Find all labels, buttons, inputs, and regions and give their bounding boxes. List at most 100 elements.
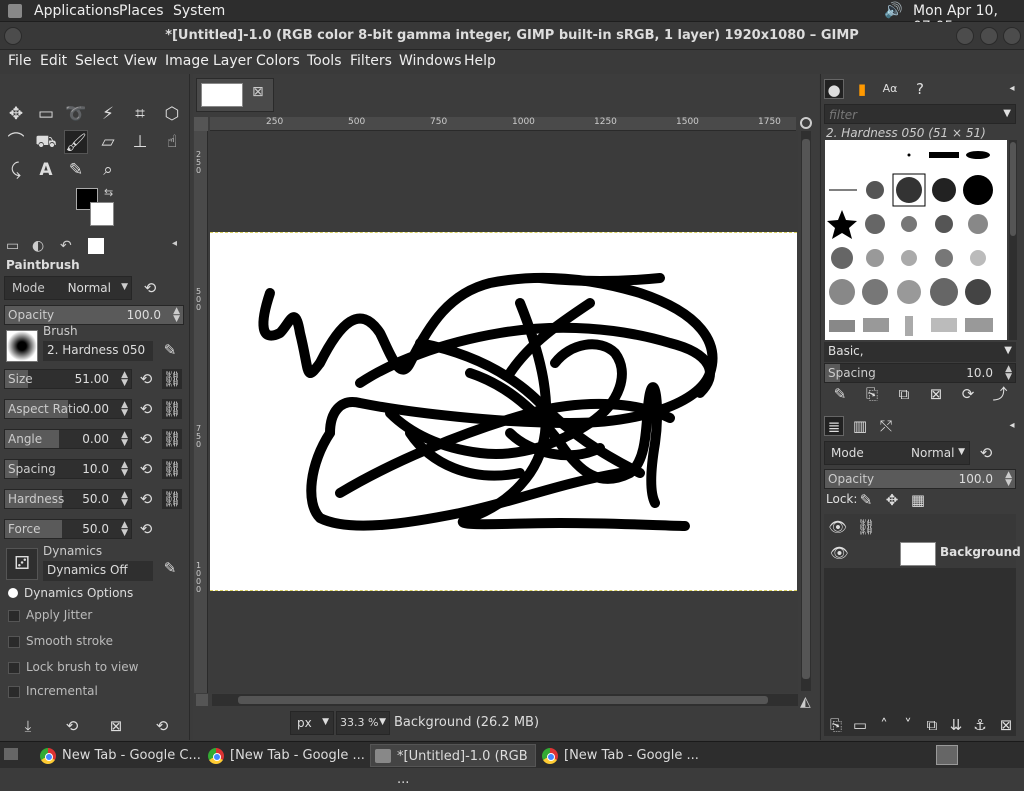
- layer-mode-select[interactable]: Mode Normal ▼: [824, 441, 970, 465]
- fuzzy-select-icon[interactable]: ⚡: [96, 102, 120, 126]
- chain-header-icon[interactable]: ⛓: [856, 517, 876, 537]
- opacity-slider[interactable]: Opacity 100.0 ▲ ▼: [4, 305, 184, 325]
- move-tool-icon[interactable]: ✥: [4, 102, 28, 126]
- transform-icon[interactable]: ⬡: [160, 102, 184, 126]
- vertical-ruler[interactable]: 2 5 0 5 0 0 7 5 0 1 0 0 0: [194, 131, 208, 693]
- tool-options-tab-icon[interactable]: ▭: [6, 238, 19, 254]
- visibility-header-icon[interactable]: 👁: [828, 517, 848, 537]
- menu-image[interactable]: Image: [165, 53, 209, 69]
- workspace-switcher[interactable]: [936, 745, 958, 765]
- quickmask-toggle[interactable]: [196, 694, 208, 706]
- brush-scroll[interactable]: [1009, 140, 1017, 340]
- horizontal-scrollbar[interactable]: [212, 694, 798, 706]
- open-brush-button[interactable]: ⤴: [990, 384, 1010, 404]
- brush-filter-input[interactable]: filter ▼: [824, 104, 1016, 124]
- force-slider[interactable]: Force 50.0 ▲ ▼: [4, 519, 132, 539]
- link-size-icon[interactable]: ⛓: [162, 369, 182, 389]
- angle-slider[interactable]: Angle 0.00 ▲ ▼: [4, 429, 132, 449]
- channels-tab-icon[interactable]: ▥: [850, 416, 870, 436]
- layers-dock-menu-icon[interactable]: ◂: [1002, 416, 1022, 436]
- vertical-scrollbar[interactable]: [801, 131, 811, 691]
- apply-jitter-checkbox[interactable]: [8, 610, 20, 622]
- menu-select[interactable]: Select: [75, 53, 118, 69]
- menu-help[interactable]: Help: [464, 53, 496, 69]
- delete-options-icon[interactable]: ⊠: [106, 716, 126, 736]
- layer-row-background[interactable]: 👁 Background: [824, 540, 1021, 568]
- dock-menu-icon[interactable]: ◂: [1002, 79, 1022, 99]
- size-slider[interactable]: Size 51.00 ▲ ▼: [4, 369, 132, 389]
- edit-brush-button[interactable]: ✎: [830, 384, 850, 404]
- lower-layer-button[interactable]: ˅: [898, 715, 918, 735]
- menu-filters[interactable]: Filters: [350, 53, 392, 69]
- lock-alpha-icon[interactable]: ▦: [908, 490, 928, 510]
- warp-icon[interactable]: ⌒: [4, 130, 28, 154]
- paths-tab-icon[interactable]: ⤲: [876, 416, 896, 436]
- menu-layer[interactable]: Layer: [213, 53, 252, 69]
- layer-mode-reset-button[interactable]: ⟲: [976, 443, 996, 463]
- layers-tab-icon[interactable]: ≣: [824, 416, 844, 436]
- menu-tools[interactable]: Tools: [307, 53, 342, 69]
- dynamics-icon[interactable]: ⚂: [6, 548, 38, 580]
- duplicate-layer-button[interactable]: ⧉: [922, 715, 942, 735]
- dynamics-options-label[interactable]: Dynamics Options: [24, 586, 133, 600]
- lasso-icon[interactable]: ➰: [64, 102, 88, 126]
- brush-grid[interactable]: [825, 140, 1007, 340]
- images-tab-icon[interactable]: [88, 238, 104, 254]
- brush-spacing-slider[interactable]: Spacing 10.0 ▲ ▼: [824, 363, 1016, 383]
- close-button[interactable]: [1003, 27, 1021, 45]
- restore-options-icon[interactable]: ⟲: [62, 716, 82, 736]
- vscroll-thumb[interactable]: [802, 139, 810, 679]
- patterns-tab-icon[interactable]: ▮: [852, 79, 872, 99]
- layer-opacity-slider[interactable]: Opacity 100.0 ▲ ▼: [824, 469, 1016, 489]
- taskbar-item-chrome-1[interactable]: New Tab - Google C...: [36, 744, 204, 767]
- layer-visibility-icon[interactable]: 👁: [830, 544, 849, 562]
- device-status-tab-icon[interactable]: ◐: [32, 238, 44, 254]
- navigate-icon[interactable]: [800, 117, 812, 129]
- refresh-brushes-button[interactable]: ⟳: [958, 384, 978, 404]
- reset-aspect-icon[interactable]: ⟲: [136, 399, 156, 419]
- lock-position-icon[interactable]: ✥: [882, 490, 902, 510]
- reset-angle-icon[interactable]: ⟲: [136, 429, 156, 449]
- close-tab-icon[interactable]: ⊠: [252, 84, 264, 100]
- paintbrush-icon[interactable]: 🖌: [64, 130, 88, 154]
- drawing-canvas[interactable]: [210, 232, 797, 591]
- incremental-checkbox[interactable]: [8, 686, 20, 698]
- applications-menu[interactable]: Applications: [34, 3, 120, 19]
- taskbar-item-gimp[interactable]: *[Untitled]-1.0 (RGB ...: [370, 744, 536, 787]
- hscroll-thumb[interactable]: [238, 696, 768, 704]
- menu-view[interactable]: View: [124, 53, 157, 69]
- taskbar-item-chrome-2[interactable]: [New Tab - Google ...: [204, 744, 368, 767]
- background-color[interactable]: [90, 202, 114, 226]
- brush-name-field[interactable]: 2. Hardness 050: [43, 341, 153, 361]
- volume-icon[interactable]: 🔊: [884, 1, 903, 19]
- bucket-fill-icon[interactable]: ⛟: [34, 130, 58, 154]
- quick-mask-corner[interactable]: [194, 117, 208, 131]
- brush-preset-select[interactable]: Basic, ▼: [824, 342, 1016, 362]
- menu-colors[interactable]: Colors: [256, 53, 300, 69]
- swap-colors-icon[interactable]: ⇆: [104, 186, 113, 199]
- smudge-icon[interactable]: ☝: [160, 130, 184, 154]
- new-layer-button[interactable]: ⎘: [826, 715, 846, 735]
- eraser-icon[interactable]: ▱: [96, 130, 120, 154]
- duplicate-brush-button[interactable]: ⧉: [894, 384, 914, 404]
- minimize-button[interactable]: [956, 27, 974, 45]
- lock-brush-checkbox[interactable]: [8, 662, 20, 674]
- menu-file[interactable]: File: [8, 53, 31, 69]
- expander-icon[interactable]: [8, 588, 18, 598]
- reset-spacing-icon[interactable]: ⟲: [136, 459, 156, 479]
- edit-brush-icon[interactable]: ✎: [160, 340, 180, 360]
- fonts-tab-icon[interactable]: Aα: [880, 79, 900, 99]
- delete-layer-button[interactable]: ⊠: [996, 715, 1016, 735]
- crop-icon[interactable]: ⌗: [128, 102, 152, 126]
- hardness-slider[interactable]: Hardness 50.0 ▲ ▼: [4, 489, 132, 509]
- link-aspect-icon[interactable]: ⛓: [162, 399, 182, 419]
- dock-menu-icon[interactable]: ◂: [172, 238, 177, 249]
- new-group-button[interactable]: ▭: [850, 715, 870, 735]
- smooth-stroke-checkbox[interactable]: [8, 636, 20, 648]
- edit-dynamics-icon[interactable]: ✎: [160, 558, 180, 578]
- clone-icon[interactable]: ⊥: [128, 130, 152, 154]
- unit-select[interactable]: px ▼: [290, 711, 334, 735]
- save-options-icon[interactable]: ⤓: [18, 716, 38, 736]
- paths-icon[interactable]: ⤹: [4, 158, 28, 182]
- reset-hardness-icon[interactable]: ⟲: [136, 489, 156, 509]
